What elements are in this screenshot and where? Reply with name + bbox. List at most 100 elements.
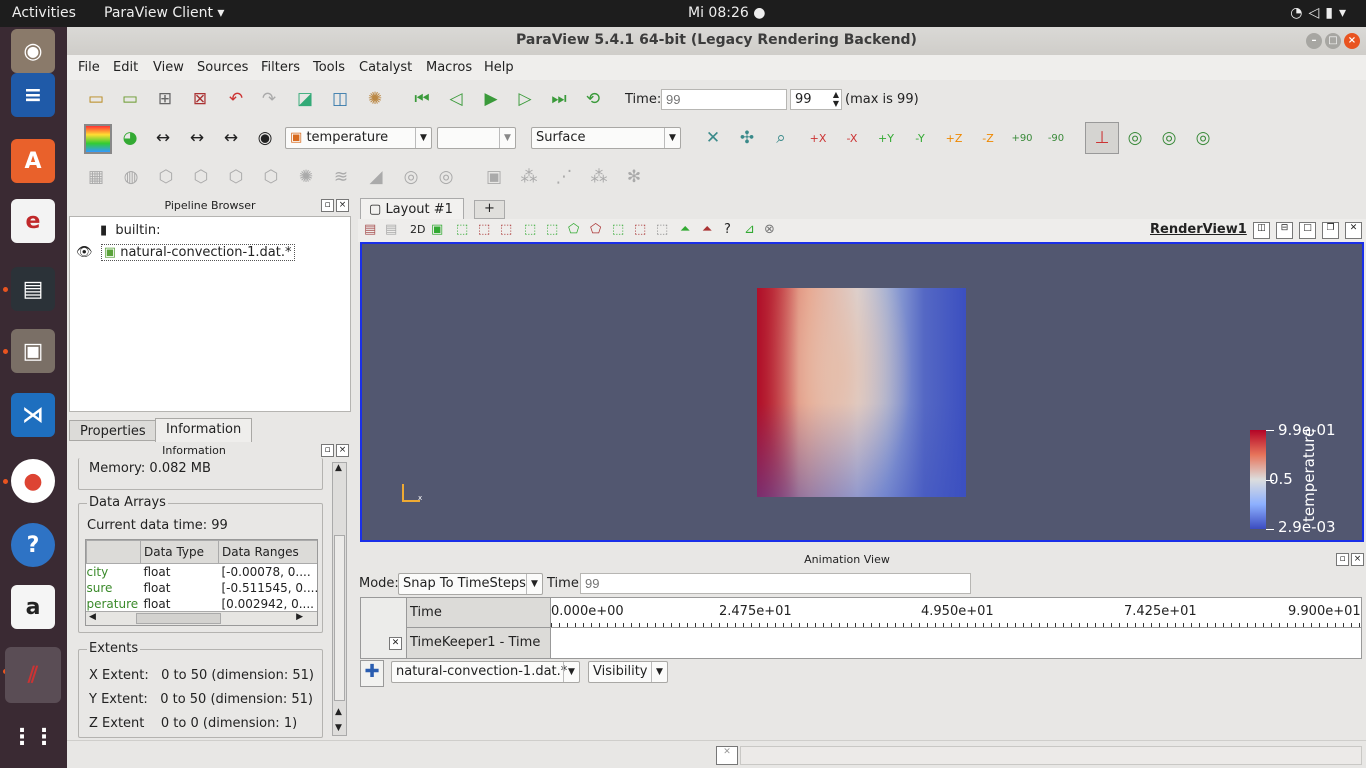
table-header[interactable]: Data Ranges bbox=[218, 540, 317, 564]
camera-icon[interactable]: ▣ bbox=[431, 222, 443, 237]
warp-icon[interactable]: ◢ bbox=[364, 165, 388, 189]
minimize-icon[interactable]: – bbox=[1306, 33, 1322, 49]
center-axes-toggle-icon[interactable]: ⊥ bbox=[1085, 122, 1119, 154]
menu-help[interactable]: Help bbox=[484, 60, 514, 75]
close-panel-icon[interactable]: × bbox=[1351, 553, 1364, 566]
group-icon[interactable]: ◎ bbox=[399, 165, 423, 189]
menu-view[interactable]: View bbox=[153, 60, 184, 75]
camera-redo-icon[interactable]: ◫ bbox=[328, 87, 352, 111]
timekeeper-track[interactable]: TimeKeeper1 - Time bbox=[407, 628, 551, 658]
tab-information[interactable]: Information bbox=[155, 418, 253, 442]
anim-time-input[interactable] bbox=[580, 573, 971, 594]
last-frame-icon[interactable]: ⏭ bbox=[547, 87, 571, 111]
time-input[interactable] bbox=[661, 89, 787, 110]
files-icon[interactable]: ▣ bbox=[11, 329, 55, 373]
close-panel-icon[interactable]: × bbox=[336, 444, 349, 457]
representation-select[interactable]: Surface ▼ bbox=[531, 127, 681, 149]
view-minus-x-icon[interactable]: -X bbox=[837, 126, 867, 150]
select-points-on-icon[interactable]: ⬚ bbox=[478, 222, 490, 237]
track-property-select[interactable]: Visibility ▼ bbox=[588, 661, 668, 683]
clear-progress-icon[interactable]: ✕ bbox=[716, 746, 738, 765]
camera-undo-icon[interactable]: ◪ bbox=[293, 87, 317, 111]
menu-file[interactable]: File bbox=[78, 60, 100, 75]
zoom-to-data-icon[interactable]: ✣ bbox=[735, 126, 759, 150]
view-plus-x-icon[interactable]: +X bbox=[803, 126, 833, 150]
track-source-select[interactable]: natural-convection-1.dat.* ▼ bbox=[391, 661, 580, 683]
horizontal-scrollbar[interactable]: ◀ ▶ bbox=[86, 611, 317, 625]
maximize-icon[interactable]: □ bbox=[1325, 33, 1341, 49]
menu-filters[interactable]: Filters bbox=[261, 60, 300, 75]
vertical-scrollbar[interactable]: ▲ ▲ ▼ bbox=[332, 462, 347, 736]
select-points-icon[interactable]: ⁂ bbox=[517, 165, 541, 189]
table-row[interactable]: perature float [0.002942, 0.... bbox=[87, 596, 318, 612]
chrome-icon[interactable]: ● bbox=[11, 459, 55, 503]
rescale-range-icon[interactable]: ↔ bbox=[151, 126, 175, 150]
open-server-icon[interactable]: ▭ bbox=[118, 87, 142, 111]
maximize-view-icon[interactable]: □ bbox=[1299, 222, 1316, 239]
color-array-select[interactable]: ▣ temperature ▼ bbox=[285, 127, 432, 149]
edit-color-map-icon[interactable]: ◕ bbox=[118, 126, 142, 150]
tab-properties[interactable]: Properties bbox=[69, 420, 157, 441]
rotate-minus-90-icon[interactable]: -90 bbox=[1041, 126, 1071, 150]
previous-frame-icon[interactable]: ◁ bbox=[444, 87, 468, 111]
close-panel-icon[interactable]: × bbox=[336, 199, 349, 212]
stream-tracer-icon[interactable]: ≋ bbox=[329, 165, 353, 189]
close-icon[interactable]: × bbox=[1344, 33, 1360, 49]
show-apps-icon[interactable]: ⋮⋮ bbox=[11, 715, 55, 759]
view-plus-z-icon[interactable]: +Z bbox=[939, 126, 969, 150]
pipeline-item-source[interactable]: 👁 ▣ natural-convection-1.dat.* bbox=[76, 244, 295, 261]
menu-edit[interactable]: Edit bbox=[113, 60, 138, 75]
undo-icon[interactable]: ↶ bbox=[224, 87, 248, 111]
play-icon[interactable]: ▶ bbox=[479, 87, 503, 111]
reset-camera-icon[interactable]: ✕ bbox=[701, 126, 725, 150]
terminal-icon[interactable]: ▤ bbox=[11, 267, 55, 311]
clear-selection-icon[interactable]: ⬚ bbox=[656, 222, 668, 237]
table-row[interactable]: sure float [-0.511545, 0.... bbox=[87, 580, 318, 596]
pipeline-item-builtin[interactable]: ▮ builtin: bbox=[100, 223, 160, 238]
rescale-temporal-icon[interactable]: ↔ bbox=[219, 126, 243, 150]
split-icon[interactable]: ▤ bbox=[385, 222, 397, 237]
undock-icon[interactable]: ▫ bbox=[321, 444, 334, 457]
clock[interactable]: Mi 08:26 ● bbox=[688, 5, 765, 21]
pick-center-icon[interactable]: ◎ bbox=[1123, 126, 1147, 150]
show-center-icon[interactable]: ◎ bbox=[1191, 126, 1215, 150]
connect-icon[interactable]: ⊞ bbox=[153, 87, 177, 111]
snowflake-icon[interactable]: ✻ bbox=[622, 165, 646, 189]
tab-layout-1[interactable]: ▢ Layout #1 ✕ bbox=[360, 198, 464, 232]
split-horizontal-icon[interactable]: ◫ bbox=[1253, 222, 1270, 239]
undock-icon[interactable]: ▫ bbox=[321, 199, 334, 212]
spin-arrows-icon[interactable]: ▲ ▼ bbox=[833, 90, 839, 108]
speaker-app-icon[interactable]: ◉ bbox=[11, 29, 55, 73]
menu-sources[interactable]: Sources bbox=[197, 60, 248, 75]
extract-subset-icon[interactable]: ⬡ bbox=[259, 165, 283, 189]
edit-annotations-icon[interactable]: ⊿ bbox=[744, 222, 755, 237]
toggle-2d-button[interactable]: 2D bbox=[410, 223, 425, 236]
activities-button[interactable]: Activities bbox=[12, 5, 76, 21]
query-icon[interactable]: ? bbox=[724, 222, 731, 237]
scroll-down-icon[interactable]: ▼ bbox=[335, 723, 342, 733]
zoom-to-box-icon[interactable]: ⌕ bbox=[769, 126, 793, 150]
grow-selection-icon[interactable]: ⬚ bbox=[612, 222, 624, 237]
close-view-icon[interactable]: ✕ bbox=[1345, 222, 1362, 239]
menu-tools[interactable]: Tools bbox=[313, 60, 345, 75]
view-plus-y-icon[interactable]: +Y bbox=[871, 126, 901, 150]
system-tray[interactable]: ◔◁▮▾ bbox=[1290, 5, 1352, 21]
restore-view-icon[interactable]: ❐ bbox=[1322, 222, 1339, 239]
table-header[interactable]: Data Type bbox=[140, 540, 219, 564]
slice-icon[interactable]: ⬡ bbox=[189, 165, 213, 189]
document-viewer-icon[interactable]: e bbox=[11, 199, 55, 243]
software-center-icon[interactable]: A bbox=[11, 139, 55, 183]
select-frustum-icon[interactable]: ⬚ bbox=[500, 222, 512, 237]
select-cells-icon[interactable]: ▣ bbox=[482, 165, 506, 189]
time-ruler[interactable]: 0.000e+00 2.475e+01 4.950e+01 7.425e+01 … bbox=[551, 598, 1361, 628]
clip-icon[interactable]: ⬡ bbox=[154, 165, 178, 189]
view-minus-z-icon[interactable]: -Z bbox=[973, 126, 1003, 150]
temperature-plot[interactable] bbox=[757, 288, 966, 497]
plot-selection-over-time-icon[interactable]: ⏶ bbox=[702, 222, 712, 237]
component-select[interactable]: ▼ bbox=[437, 127, 516, 149]
scroll-left-icon[interactable]: ◀ bbox=[89, 612, 96, 622]
rotate-plus-90-icon[interactable]: +90 bbox=[1007, 126, 1037, 150]
vscode-icon[interactable]: ⋊ bbox=[11, 393, 55, 437]
scroll-right-icon[interactable]: ▶ bbox=[296, 612, 303, 622]
extract-level-icon[interactable]: ◎ bbox=[434, 165, 458, 189]
